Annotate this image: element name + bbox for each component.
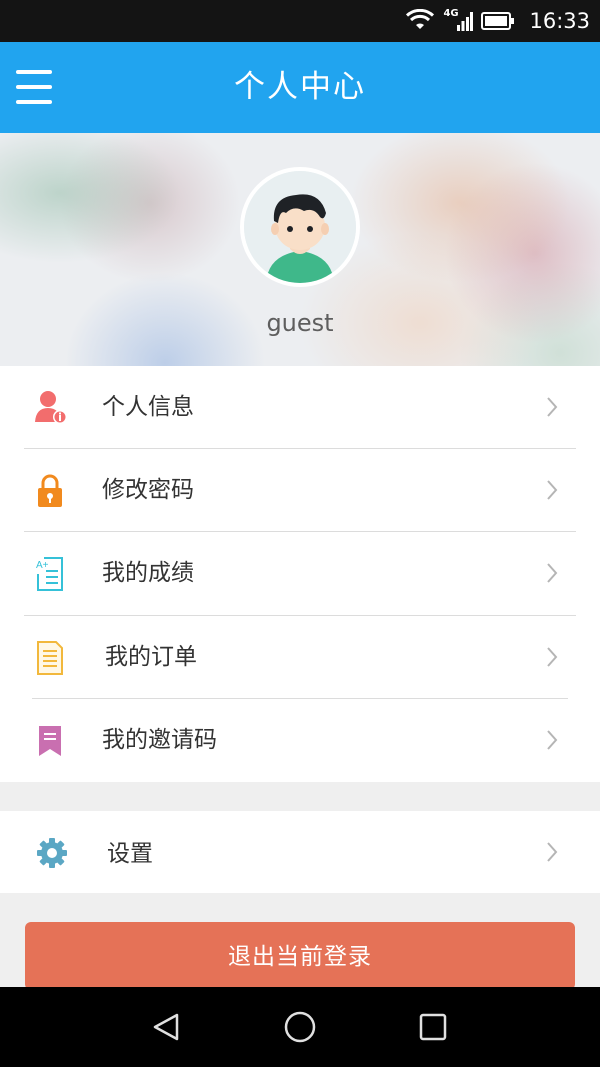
chevron-right-icon	[547, 563, 558, 584]
home-icon[interactable]	[280, 1007, 320, 1047]
system-nav-bar	[0, 987, 600, 1067]
status-bar: 4G 16:33	[0, 0, 600, 42]
lock-icon	[38, 474, 62, 508]
menu-item-label: 我的成绩	[102, 560, 194, 587]
grades-icon: A+	[36, 557, 63, 592]
order-document-icon	[37, 640, 63, 675]
user-info-icon	[35, 391, 66, 424]
chevron-right-icon	[547, 842, 558, 862]
menu-item-my-invite-code[interactable]: 我的邀请码	[0, 699, 600, 782]
chevron-right-icon	[547, 397, 558, 417]
page-title: 个人中心	[234, 69, 366, 105]
wifi-icon	[406, 9, 435, 29]
bookmark-icon	[39, 725, 61, 756]
chevron-right-icon	[547, 646, 558, 667]
menu-item-personal-info[interactable]: 个人信息	[0, 366, 600, 450]
back-icon[interactable]	[147, 1007, 187, 1047]
menu-item-change-password[interactable]: 修改密码	[0, 449, 600, 533]
menu-item-my-orders[interactable]: 我的订单	[0, 616, 600, 699]
clock: 16:33	[529, 9, 590, 33]
cell-signal-icon: 4G	[443, 8, 474, 34]
profile-header: guest	[0, 133, 600, 366]
menu-item-my-grades[interactable]: A+ 我的成绩	[0, 532, 600, 616]
menu-item-label: 我的订单	[105, 643, 197, 670]
app-bar: 个人中心	[0, 42, 600, 133]
battery-icon	[481, 12, 515, 30]
recent-apps-icon[interactable]	[413, 1007, 453, 1047]
svg-text:A+: A+	[36, 560, 49, 571]
menu-list: 个人信息 修改密码 A+ 我的成绩 我的订单 我的邀请码	[0, 366, 600, 782]
settings-label: 设置	[107, 841, 153, 867]
avatar[interactable]	[240, 167, 360, 287]
logout-button[interactable]: 退出当前登录	[25, 922, 575, 990]
menu-item-label: 我的邀请码	[102, 726, 217, 753]
boy-avatar-icon	[244, 171, 356, 283]
menu-item-label: 个人信息	[102, 394, 194, 420]
gear-icon	[37, 838, 67, 868]
menu-item-settings[interactable]: 设置	[0, 811, 600, 893]
chevron-right-icon	[547, 480, 558, 500]
menu-item-label: 修改密码	[102, 477, 194, 504]
chevron-right-icon	[547, 730, 558, 750]
username: guest	[266, 309, 334, 337]
